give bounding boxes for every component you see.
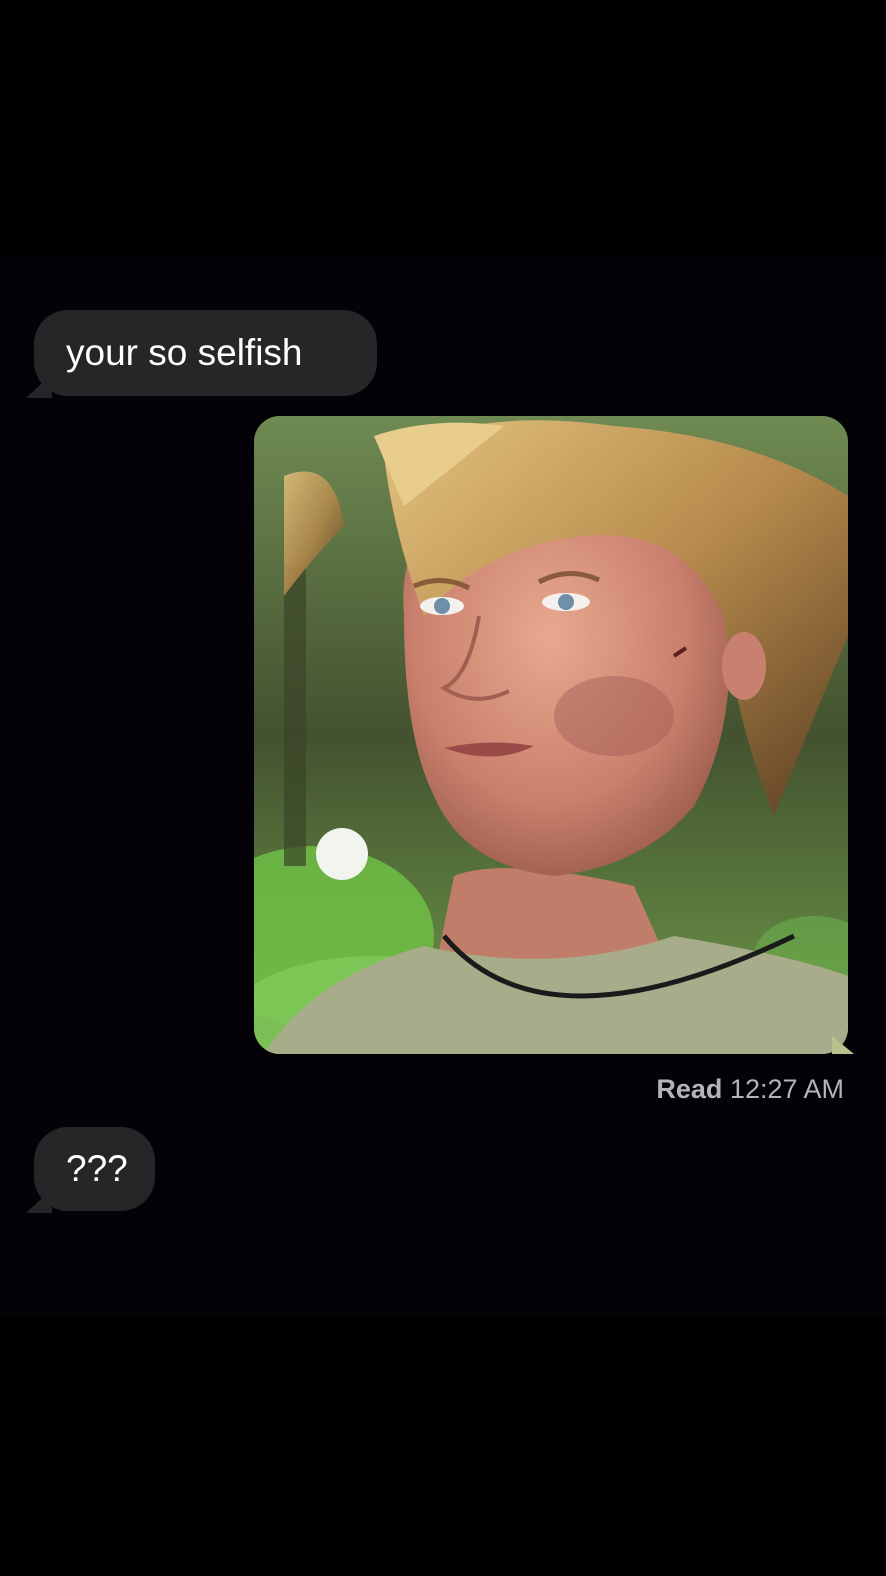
read-status: Read xyxy=(656,1074,723,1104)
read-receipt: Read 12:27 AM xyxy=(656,1074,844,1105)
message-text: ??? xyxy=(66,1148,128,1189)
image-message[interactable] xyxy=(254,416,848,1054)
incoming-message-bubble[interactable]: your so selfish xyxy=(26,310,377,398)
read-time: 12:27 AM xyxy=(729,1074,844,1104)
photo-image xyxy=(254,416,848,1054)
incoming-message-bubble[interactable]: ??? xyxy=(26,1127,155,1213)
message-text: your so selfish xyxy=(66,332,303,373)
